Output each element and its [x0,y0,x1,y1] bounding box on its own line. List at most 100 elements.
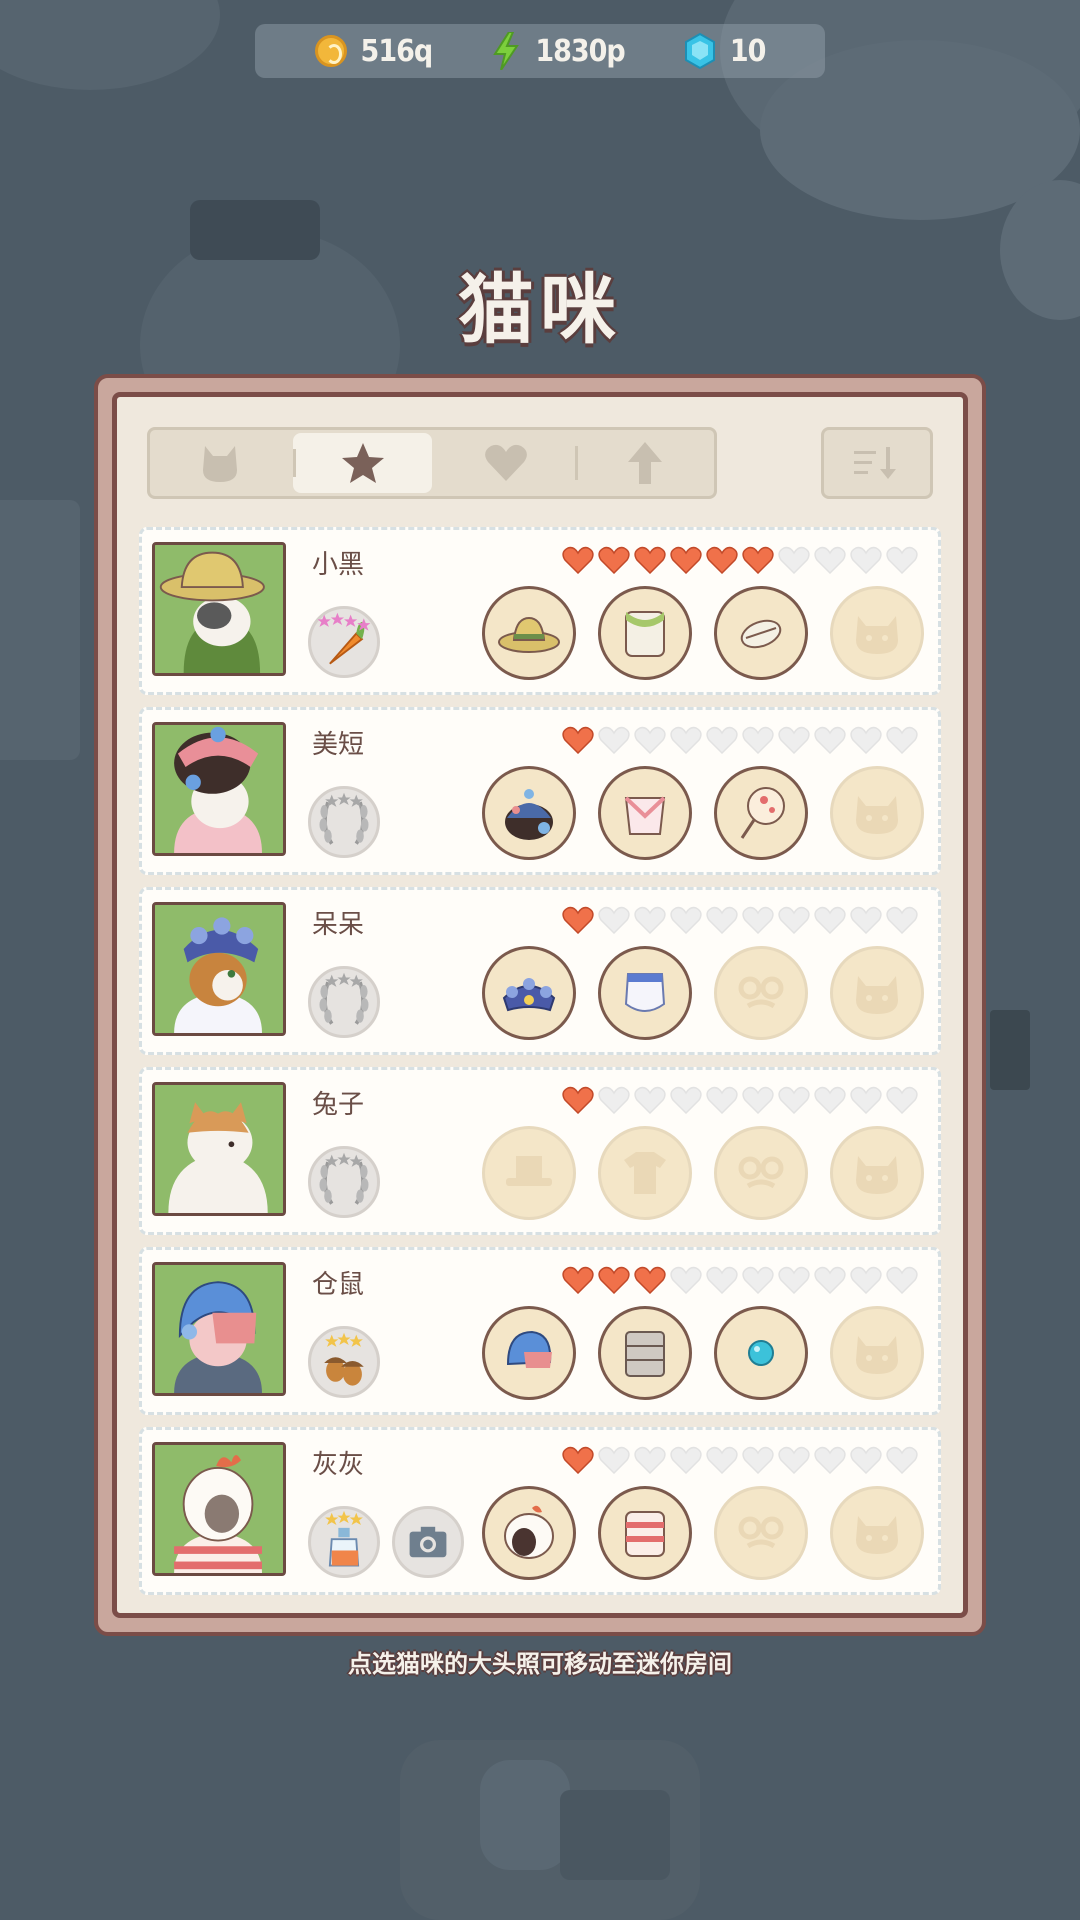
cat-name: 灰灰 [312,1450,365,1480]
locked-slot-icon[interactable] [830,766,924,860]
affection-hearts [562,1446,918,1478]
heart-empty-icon [778,1446,810,1478]
outfit-items [482,1126,924,1220]
camera-button[interactable] [392,1506,464,1578]
acorn-badge[interactable] [308,1326,380,1398]
heart-filled-icon [634,546,666,578]
locked-slot-icon[interactable] [830,586,924,680]
tab-stars[interactable] [293,433,432,493]
hint-text: 点选猫咪的大头照可移动至迷你房间 [348,1650,732,1678]
heart-empty-icon [814,906,846,938]
affection-hearts [562,726,918,758]
fish-bone-icon[interactable] [714,586,808,680]
tab-hearts[interactable] [436,430,575,496]
heart-empty-icon [814,1446,846,1478]
sort-button[interactable] [821,427,933,499]
locked-slot-icon[interactable] [830,1306,924,1400]
heart-empty-icon [886,1086,918,1118]
heart-empty-icon [886,1446,918,1478]
heart-empty-icon [886,726,918,758]
coin-icon [314,35,347,67]
heart-filled-icon [598,1266,630,1298]
heart-filled-icon [562,1446,594,1478]
heart-filled-icon [562,906,594,938]
cat-portrait[interactable] [152,722,286,856]
carrot-badge[interactable] [308,606,380,678]
locked-glasses-icon[interactable] [714,1126,808,1220]
heart-empty-icon [598,726,630,758]
locked-glasses-icon[interactable] [714,946,808,1040]
locked-slot-icon[interactable] [830,946,924,1040]
white-bib-icon[interactable] [598,946,692,1040]
straw-hat-icon[interactable] [482,586,576,680]
arrow-up-icon [627,442,662,484]
cat-card: 美短 [139,707,941,875]
cat-name: 美短 [312,730,365,760]
heart-empty-icon [850,726,882,758]
heart-empty-icon [670,1266,702,1298]
green-shirt-icon[interactable] [598,586,692,680]
heart-empty-icon [778,1086,810,1118]
cat-portrait[interactable] [152,902,286,1036]
gems-display[interactable]: 10 [684,33,766,69]
locked-slot-icon[interactable] [830,1486,924,1580]
heart-empty-icon [850,1446,882,1478]
tab-level[interactable] [575,430,714,496]
pink-collar-icon[interactable] [598,766,692,860]
striped-shirt-icon[interactable] [598,1486,692,1580]
bottle-badge[interactable] [308,1506,380,1578]
heart-empty-icon [634,906,666,938]
cat-portrait[interactable] [152,1262,286,1396]
star-icon [341,443,384,483]
heart-empty-icon [670,906,702,938]
heart-filled-icon [742,546,774,578]
blue-crown-icon[interactable] [482,946,576,1040]
currency-bar: 516q 1830p 10 [255,24,825,78]
chicken-hood-icon[interactable] [482,1486,576,1580]
cat-name: 小黑 [312,550,365,580]
heart-empty-icon [814,546,846,578]
cat-portrait[interactable] [152,1442,286,1576]
blue-bead-icon[interactable] [714,1306,808,1400]
hand-fan-icon[interactable] [714,766,808,860]
locked-glasses-icon[interactable] [714,1486,808,1580]
heart-empty-icon [670,726,702,758]
cat-panel-inner: 小黑 美短 呆呆 兔子 仓鼠 灰灰 [112,392,968,1618]
cat-portrait[interactable] [152,1082,286,1216]
energy-display[interactable]: 1830p [491,32,626,70]
heart-filled-icon [562,1086,594,1118]
coins-display[interactable]: 516q [314,34,433,69]
gems-value: 10 [729,33,767,69]
cat-icon [202,446,237,482]
locked-hat-icon[interactable] [482,1126,576,1220]
lightning-icon [493,32,520,70]
heart-empty-icon [814,1086,846,1118]
affection-hearts [562,546,918,578]
sort-icon [854,447,896,479]
laurel-badge[interactable] [308,786,380,858]
gem-icon [684,33,715,69]
locked-shirt-icon[interactable] [598,1126,692,1220]
heart-filled-icon [706,546,738,578]
laurel-badge[interactable] [308,1146,380,1218]
heart-empty-icon [850,906,882,938]
opera-headdress-icon[interactable] [482,766,576,860]
laurel-badge[interactable] [308,966,380,1038]
heart-empty-icon [634,726,666,758]
heart-empty-icon [634,1086,666,1118]
blue-helmet-icon[interactable] [482,1306,576,1400]
heart-empty-icon [778,1266,810,1298]
heart-empty-icon [634,1446,666,1478]
heart-empty-icon [886,546,918,578]
heart-empty-icon [742,726,774,758]
heart-filled-icon [562,546,594,578]
heart-empty-icon [598,906,630,938]
cat-portrait[interactable] [152,542,286,676]
armor-vest-icon[interactable] [598,1306,692,1400]
tab-cats[interactable] [150,430,289,496]
heart-empty-icon [598,1086,630,1118]
cat-name: 兔子 [312,1090,365,1120]
locked-slot-icon[interactable] [830,1126,924,1220]
outfit-items [482,1486,924,1580]
heart-empty-icon [742,1266,774,1298]
